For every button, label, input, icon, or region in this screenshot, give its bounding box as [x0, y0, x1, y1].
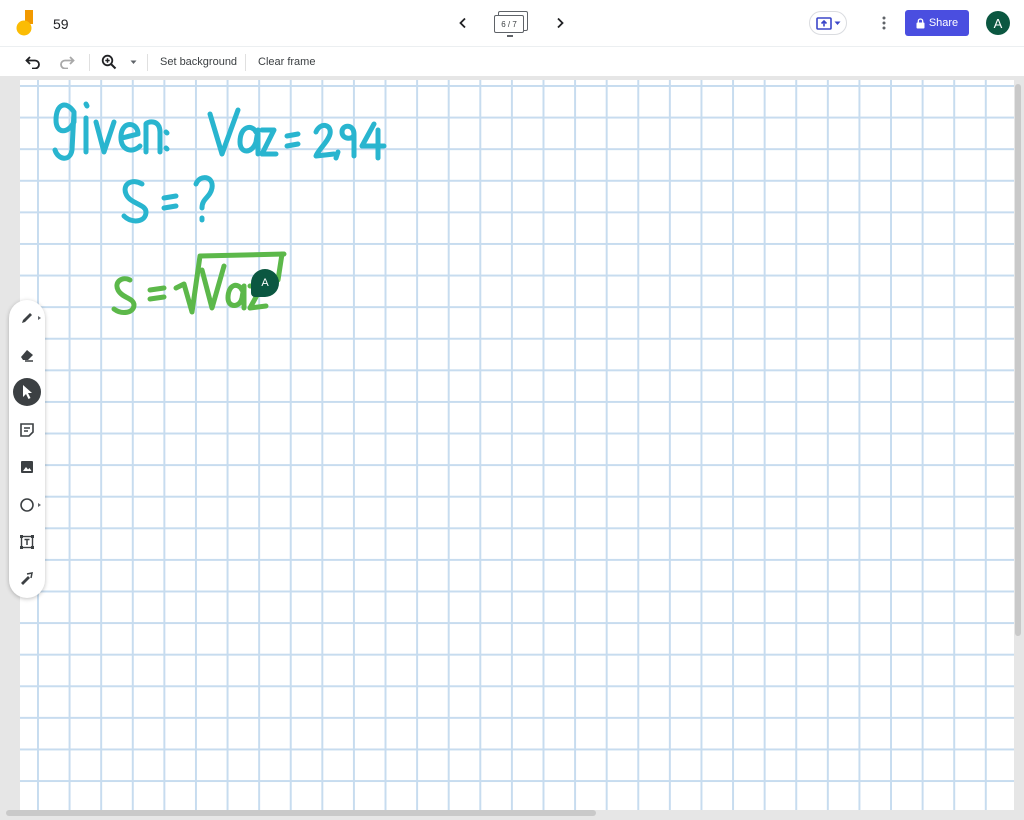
collaborator-initial: A	[261, 277, 269, 289]
circle-icon	[20, 498, 34, 512]
clear-frame-button[interactable]: Clear frame	[258, 56, 315, 68]
toolbar-divider	[245, 54, 246, 71]
top-bar: 59 6 / 7 Share A	[0, 0, 1024, 46]
canvas-area	[0, 76, 1024, 820]
image-tool[interactable]	[13, 453, 41, 481]
caret-down-icon	[834, 21, 840, 25]
frame-counter-label: 6 / 7	[494, 15, 524, 33]
horizontal-scrollbar[interactable]	[6, 810, 596, 816]
redo-button[interactable]	[58, 53, 76, 71]
undo-icon	[25, 56, 40, 69]
more-vert-icon	[882, 16, 886, 30]
pen-icon	[22, 313, 32, 323]
lock-icon	[916, 17, 925, 28]
text-box-icon	[20, 535, 34, 549]
previous-frame-button[interactable]	[453, 13, 473, 33]
redo-icon	[60, 56, 75, 69]
jamboard-logo-icon	[16, 10, 33, 36]
toolbar-divider	[147, 54, 148, 71]
laser-tool[interactable]	[13, 565, 41, 593]
image-icon	[21, 461, 33, 473]
caret-down-icon	[130, 60, 136, 64]
account-avatar[interactable]: A	[986, 11, 1010, 35]
chevron-right-icon	[557, 17, 564, 29]
zoom-dropdown-button[interactable]	[124, 53, 142, 71]
sticky-note-tool[interactable]	[13, 416, 41, 444]
laser-icon	[21, 572, 33, 585]
undo-button[interactable]	[24, 53, 42, 71]
whiteboard-frame[interactable]	[20, 80, 1014, 810]
tool-palette	[9, 300, 45, 598]
pen-tool[interactable]	[13, 304, 41, 332]
zoom-button[interactable]	[100, 53, 118, 71]
select-tool[interactable]	[13, 378, 41, 406]
present-to-screen-icon	[815, 16, 832, 30]
more-options-button[interactable]	[874, 12, 894, 34]
vertical-scrollbar[interactable]	[1015, 84, 1021, 636]
toolbar-divider	[89, 54, 90, 71]
next-frame-button[interactable]	[550, 13, 570, 33]
shape-tool[interactable]	[13, 491, 41, 519]
cursor-icon	[23, 385, 32, 399]
document-title[interactable]: 59	[53, 16, 69, 32]
set-background-button[interactable]: Set background	[160, 56, 237, 68]
sticky-note-icon	[20, 423, 34, 437]
share-label: Share	[928, 17, 959, 29]
eraser-tool[interactable]	[13, 341, 41, 369]
present-button[interactable]	[809, 11, 847, 35]
chevron-left-icon	[459, 17, 466, 29]
eraser-icon	[21, 350, 33, 362]
share-button[interactable]: Share	[905, 10, 969, 36]
zoom-in-icon	[101, 54, 117, 70]
collaborator-cursor: A	[251, 269, 279, 297]
edit-toolbar: Set background Clear frame	[0, 46, 1024, 76]
text-box-tool[interactable]	[13, 528, 41, 556]
frame-counter[interactable]: 6 / 7	[493, 11, 529, 37]
